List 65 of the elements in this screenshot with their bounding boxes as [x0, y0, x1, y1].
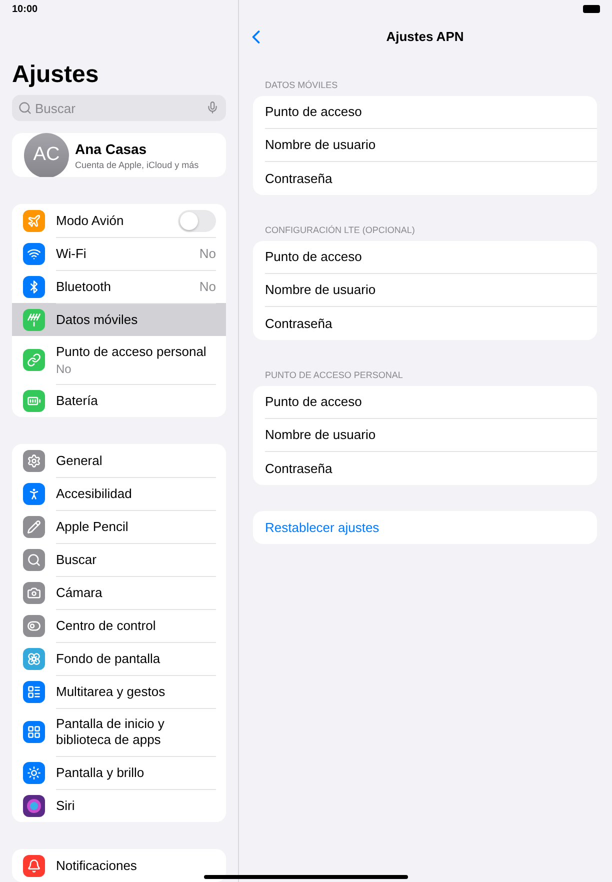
field-label[interactable]: Nombre de usuario	[265, 282, 376, 298]
item-label: Datos móviles	[56, 312, 139, 328]
item-label: Modo Avión	[56, 212, 125, 228]
page-title: Ajustes APN	[386, 28, 464, 44]
toggle-switch[interactable]	[178, 210, 216, 232]
item-label: Buscar	[56, 552, 98, 568]
search-field[interactable]: Buscar	[12, 95, 226, 121]
microphone-icon[interactable]	[206, 101, 219, 114]
sun-icon	[23, 762, 45, 784]
item-label: Punto de acceso personal	[56, 344, 208, 360]
item-label: General	[56, 452, 104, 468]
item-subtitle: No	[56, 362, 72, 376]
field-label[interactable]: Nombre de usuario	[265, 427, 376, 443]
profile-subtitle: Cuenta de Apple, iCloud y más	[75, 160, 199, 170]
avatar: AC	[24, 133, 69, 177]
item-label: Pantalla de inicio y biblioteca de apps	[56, 716, 166, 748]
bell-icon	[23, 854, 45, 876]
search-icon	[18, 101, 32, 115]
reset-link[interactable]: Restablecer ajustes	[253, 511, 597, 544]
item-label: Notificaciones	[56, 858, 138, 874]
section-header: CONFIGURACIÓN LTE (OPCIONAL)	[265, 225, 415, 235]
field-label[interactable]: Punto de acceso	[265, 249, 362, 265]
item-label: Centro de control	[56, 618, 157, 634]
item-label: Siri	[56, 798, 76, 814]
camera-icon	[23, 582, 45, 604]
sidebar-title: Ajustes	[12, 61, 99, 89]
gear-icon	[23, 450, 45, 472]
section-header: PUNTO DE ACCESO PERSONAL	[265, 370, 403, 380]
profile-card[interactable]: AC Ana Casas Cuenta de Apple, iCloud y más	[12, 133, 226, 177]
grid-icon	[23, 721, 45, 743]
item-label: Bluetooth	[56, 278, 112, 294]
field-label[interactable]: Nombre de usuario	[265, 137, 376, 153]
profile-name: Ana Casas	[75, 140, 148, 156]
wifi-icon	[23, 242, 45, 264]
item-label: Fondo de pantalla	[56, 650, 162, 666]
link-icon	[23, 349, 45, 371]
field-label[interactable]: Punto de acceso	[265, 394, 362, 410]
settings-item[interactable]: Datos móviles	[12, 303, 226, 336]
item-value: No	[199, 246, 216, 261]
item-label: Wi-Fi	[56, 246, 88, 262]
search-icon	[23, 548, 45, 570]
airplane-icon	[23, 210, 45, 232]
toggle-icon	[23, 614, 45, 636]
list-icon	[23, 680, 45, 702]
item-label: Batería	[56, 392, 99, 408]
antenna-icon	[23, 308, 45, 330]
field-label[interactable]: Punto de acceso	[265, 104, 362, 120]
item-label: Apple Pencil	[56, 518, 130, 534]
battery-icon	[23, 390, 45, 412]
field-label[interactable]: Contraseña	[265, 316, 332, 332]
accessibility-icon	[23, 482, 45, 504]
item-label: Cámara	[56, 584, 104, 600]
item-label: Accesibilidad	[56, 486, 133, 502]
field-label[interactable]: Contraseña	[265, 170, 332, 186]
flower-icon	[23, 648, 45, 670]
section-header: DATOS MÓVILES	[265, 80, 338, 90]
battery-icon	[583, 5, 600, 13]
item-label: Multitarea y gestos	[56, 684, 166, 700]
orb-icon	[23, 794, 45, 816]
item-value: No	[199, 279, 216, 294]
bluetooth-icon	[23, 276, 45, 298]
status-time: 10:00	[12, 4, 39, 15]
pencil-icon	[23, 516, 45, 538]
field-label[interactable]: Contraseña	[265, 460, 332, 476]
item-label: Pantalla y brillo	[56, 764, 146, 780]
